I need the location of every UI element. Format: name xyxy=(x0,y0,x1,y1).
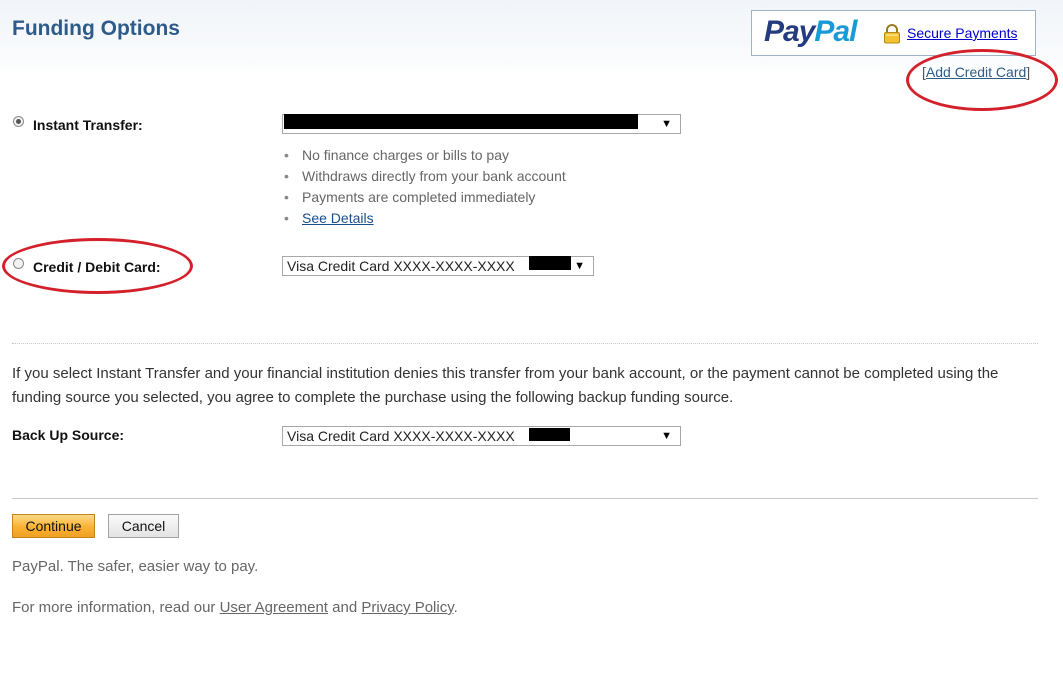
cancel-button[interactable]: Cancel xyxy=(108,514,179,538)
redaction-bar xyxy=(529,428,570,441)
list-item: • See Details xyxy=(284,210,374,226)
more-info: For more information, read our User Agre… xyxy=(12,599,458,616)
backup-source-select-value: Visa Credit Card XXXX-XXXX-XXXX xyxy=(287,428,515,444)
paypal-logo: PayPal xyxy=(764,15,857,49)
chevron-down-icon: ▼ xyxy=(574,260,585,272)
instant-transfer-benefits: • No finance charges or bills to pay • Wit… xyxy=(284,145,566,229)
divider xyxy=(12,498,1038,499)
credit-card-select-value: Visa Credit Card XXXX-XXXX-XXXX xyxy=(287,258,515,274)
instant-transfer-label: Instant Transfer: xyxy=(33,117,143,133)
secure-payments-link[interactable]: Secure Payments xyxy=(907,25,1018,41)
list-item: • Payments are completed immediately xyxy=(284,189,536,205)
paypal-secure-badge: PayPal Secure Payments xyxy=(751,10,1036,56)
continue-button[interactable]: Continue xyxy=(12,514,95,538)
paypal-tagline: PayPal. The safer, easier way to pay. xyxy=(12,558,259,575)
redaction-bar xyxy=(284,114,638,129)
redaction-bar xyxy=(529,256,571,270)
list-item: • Withdraws directly from your bank accou… xyxy=(284,168,566,184)
backup-notice: If you select Instant Transfer and your … xyxy=(12,365,999,406)
paypal-logo-pal: Pal xyxy=(814,15,857,48)
backup-source-label: Back Up Source: xyxy=(12,427,125,443)
funding-options-page: Funding Options PayPal Secure Payments [… xyxy=(0,0,1063,695)
add-credit-card: [Add Credit Card] xyxy=(922,64,1031,80)
see-details-link[interactable]: See Details xyxy=(302,210,374,226)
more-info-and: and xyxy=(327,599,362,616)
privacy-policy-link[interactable]: Privacy Policy xyxy=(361,599,453,616)
instant-transfer-radio[interactable] xyxy=(13,116,24,127)
chevron-down-icon: ▼ xyxy=(661,118,672,130)
credit-debit-card-label: Credit / Debit Card: xyxy=(33,259,161,275)
divider xyxy=(12,343,1038,344)
lock-icon xyxy=(884,24,900,44)
more-info-prefix: For more information, read our xyxy=(12,599,220,616)
credit-debit-card-radio[interactable] xyxy=(13,258,24,269)
paypal-logo-pay: Pay xyxy=(764,15,815,48)
more-info-suffix: . xyxy=(453,599,458,616)
user-agreement-link[interactable]: User Agreement xyxy=(220,599,328,616)
page-title: Funding Options xyxy=(12,17,180,40)
backup-source-select[interactable]: Visa Credit Card XXXX-XXXX-XXXX ▼ xyxy=(282,426,681,446)
add-credit-card-link[interactable]: Add Credit Card xyxy=(926,64,1026,80)
chevron-down-icon: ▼ xyxy=(661,430,672,442)
list-item: • No finance charges or bills to pay xyxy=(284,147,509,163)
